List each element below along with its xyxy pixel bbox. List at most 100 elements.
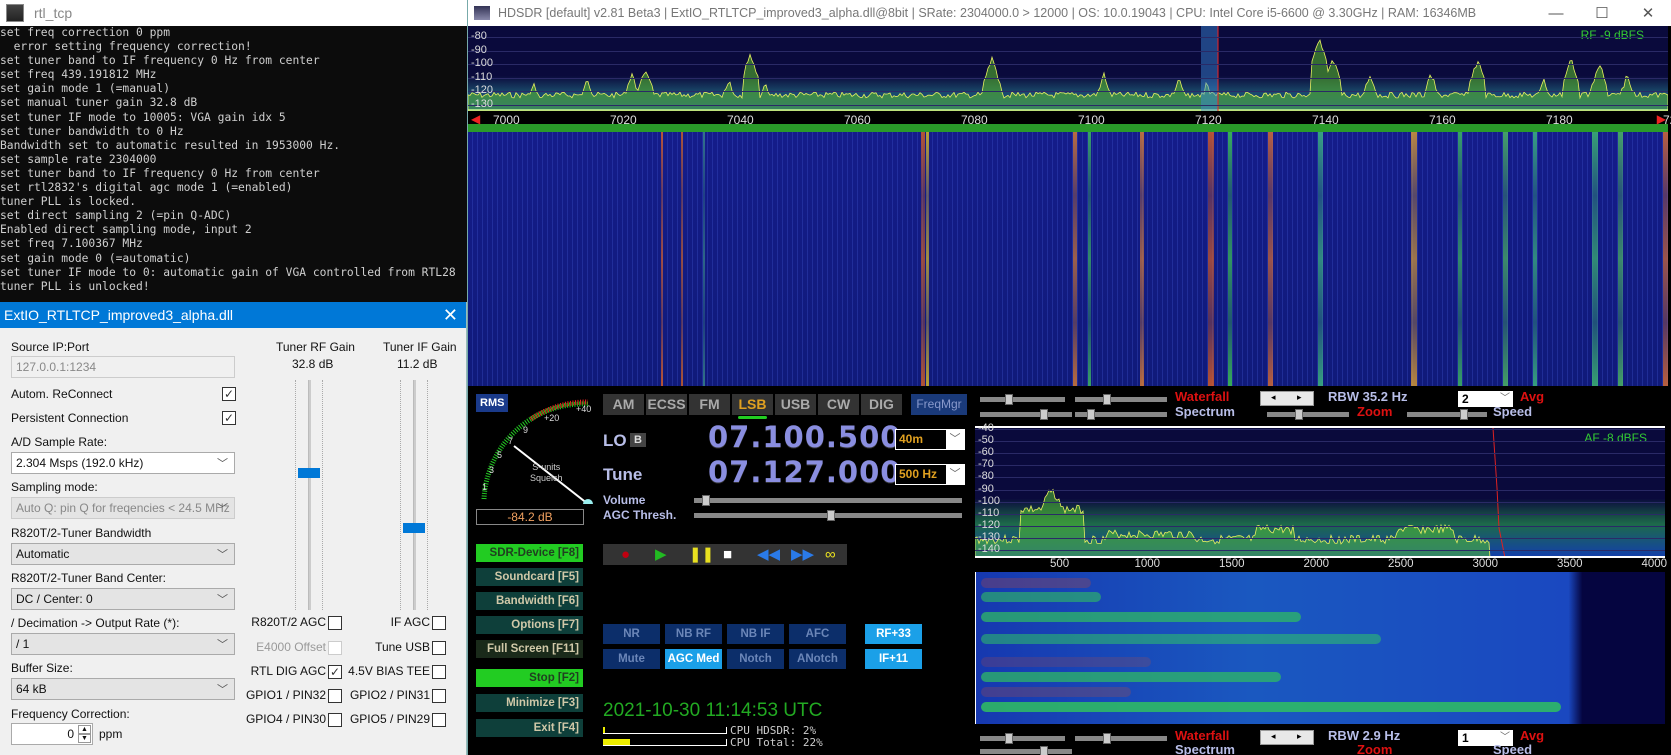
af-waterfall[interactable] (975, 572, 1665, 724)
lo-b-button[interactable]: B (630, 433, 646, 447)
side-button-full[interactable]: Full Screen [F11] (476, 640, 583, 658)
mode-button-fm[interactable]: FM (689, 394, 730, 415)
checkbox[interactable] (328, 616, 342, 630)
mode-button-dig[interactable]: DIG (861, 394, 902, 415)
wf-bottom-slider-2[interactable] (1075, 733, 1167, 744)
slider-thumb[interactable] (1005, 394, 1013, 405)
rf-gain-slider-thumb[interactable] (298, 468, 320, 478)
side-button-options[interactable]: Options [F7] (476, 616, 583, 634)
step-right-icon[interactable]: ▸ (1297, 731, 1302, 742)
dsp-button-anotch[interactable]: ANotch (789, 649, 846, 669)
if-gain-slider-track[interactable] (413, 380, 416, 610)
slider-thumb[interactable] (1087, 409, 1095, 420)
wf-top-slider-1[interactable] (980, 394, 1065, 405)
spin-down-icon[interactable]: ▼ (78, 734, 91, 743)
tune-frequency[interactable]: 07.127.000 (708, 455, 901, 489)
side-button-minimize[interactable]: Minimize [F3] (476, 694, 583, 712)
af-spectrum[interactable]: AF -8 dBFS -40 -50 -60 -70 -80 -90 -100 -110 -12… (975, 422, 1665, 567)
rewind-icon[interactable]: ◀◀ (757, 545, 780, 564)
band-center-select[interactable]: DC / Center: 0 ﹀ (11, 588, 235, 610)
rf-gain-button[interactable]: RF+33 (865, 624, 922, 644)
rf-spectrum[interactable]: RF -9 dBFS -80 -90 -100 -110 -120 -130 (468, 26, 1668, 111)
extio-titlebar[interactable]: ExtIO_RTLTCP_improved3_alpha.dll ✕ (0, 302, 466, 328)
rf-frequency-ruler[interactable]: ◀ ▶ (468, 112, 1668, 132)
buffer-select[interactable]: 64 kB ﹀ (11, 678, 235, 700)
slider-thumb[interactable] (1460, 409, 1468, 420)
spec-top-slider-2[interactable] (1075, 409, 1167, 420)
mode-button-ecss[interactable]: ECSS (646, 394, 687, 415)
wf-step-buttons[interactable]: ◂ ▸ (1260, 391, 1314, 406)
freqmgr-button[interactable]: FreqMgr (911, 394, 967, 415)
side-button-soundcard[interactable]: Soundcard [F5] (476, 568, 583, 586)
step-right-icon[interactable]: ▸ (1297, 392, 1302, 403)
side-button-stop[interactable]: Stop [F2] (476, 669, 583, 687)
wf-top-slider-2[interactable] (1075, 394, 1167, 405)
slider-thumb[interactable] (1103, 394, 1111, 405)
slider-thumb[interactable] (1295, 409, 1303, 420)
if-gain-slider-thumb[interactable] (403, 523, 425, 533)
side-button-exit[interactable]: Exit [F4] (476, 719, 583, 737)
checkbox[interactable] (432, 641, 446, 655)
spin-up-icon[interactable]: ▲ (78, 725, 91, 734)
side-button-bandwidth[interactable]: Bandwidth [F6] (476, 592, 583, 610)
mode-button-usb[interactable]: USB (775, 394, 816, 415)
agc-thresh-slider-thumb[interactable] (826, 510, 835, 521)
samplerate-select[interactable]: 2.304 Msps (192.0 kHz) ﹀ (11, 452, 235, 474)
volume-slider[interactable] (694, 495, 962, 506)
lo-frequency[interactable]: 07.100.500 (708, 420, 901, 454)
spec-top-slider-3[interactable] (1267, 409, 1349, 420)
checkbox[interactable] (328, 689, 342, 703)
rf-gain-slider-track[interactable] (308, 380, 311, 610)
rf-waterfall[interactable] (468, 132, 1668, 386)
dsp-button-notch[interactable]: Notch (727, 649, 784, 669)
agc-thresh-slider[interactable] (694, 510, 962, 521)
slider-thumb[interactable] (1005, 733, 1013, 744)
checkbox[interactable] (328, 713, 342, 727)
pause-icon[interactable]: ❚❚ (689, 545, 714, 564)
slider-thumb[interactable] (1103, 733, 1111, 744)
close-icon[interactable]: ✕ (443, 305, 458, 326)
rx-passband[interactable] (1201, 26, 1218, 111)
checkbox[interactable] (432, 713, 446, 727)
console-titlebar[interactable]: rtl_tcp (0, 0, 467, 26)
record-icon[interactable]: ● (621, 545, 630, 564)
wf-bottom-slider-1[interactable] (980, 733, 1065, 744)
band-select[interactable]: 40m ﹀ (895, 429, 965, 450)
bandwidth-select[interactable]: 500 Hz ﹀ (895, 464, 965, 485)
hdsdr-titlebar[interactable]: HDSDR [default] v2.81 Beta3 | ExtIO_RTLT… (468, 0, 1671, 26)
checkbox[interactable] (328, 641, 342, 655)
side-button-sdr-device[interactable]: SDR-Device [F8] (476, 544, 583, 562)
source-ip-input[interactable]: 127.0.0.1:1234 (11, 356, 235, 378)
step-left-icon[interactable]: ◂ (1271, 731, 1276, 742)
play-icon[interactable]: ▶ (655, 545, 667, 564)
minimize-button[interactable]: — (1533, 0, 1579, 26)
dsp-button-mute[interactable]: Mute (603, 649, 660, 669)
maximize-button[interactable]: ☐ (1579, 0, 1625, 26)
persistent-checkbox[interactable]: ✓ (222, 411, 236, 425)
dsp-button-afc[interactable]: AFC (789, 624, 846, 644)
mode-button-am[interactable]: AM (603, 394, 644, 415)
wf-step-buttons-bottom[interactable]: ◂ ▸ (1260, 730, 1314, 745)
af-frequency-scale[interactable]: 500 1000 1500 2000 2500 3000 3500 4000 (975, 556, 1667, 572)
scroll-right-icon[interactable]: ▶ (1657, 112, 1666, 126)
mode-button-cw[interactable]: CW (818, 394, 859, 415)
decimation-select[interactable]: / 1 ﹀ (11, 633, 235, 655)
dsp-button-nb-rf[interactable]: NB RF (665, 624, 722, 644)
volume-slider-thumb[interactable] (701, 495, 710, 506)
spec-top-slider-1[interactable] (980, 409, 1072, 420)
slider-thumb[interactable] (1040, 746, 1048, 755)
checkbox[interactable] (432, 665, 446, 679)
loop-icon[interactable]: ∞ (825, 545, 836, 564)
sampling-mode-select[interactable]: Auto Q: pin Q for freqencies < 24.5 MHz ﹀ (11, 497, 235, 519)
checkbox[interactable] (432, 616, 446, 630)
close-button[interactable]: ✕ (1625, 0, 1671, 26)
freqcorr-spinner[interactable]: 0 ▲ ▼ (11, 723, 93, 745)
mode-button-lsb[interactable]: LSB (732, 394, 773, 419)
dsp-button-agc-med[interactable]: AGC Med (665, 649, 722, 669)
dsp-button-nb-if[interactable]: NB IF (727, 624, 784, 644)
checkbox[interactable] (432, 689, 446, 703)
scroll-left-icon[interactable]: ◀ (471, 112, 480, 126)
step-left-icon[interactable]: ◂ (1271, 392, 1276, 403)
slider-thumb[interactable] (1040, 409, 1048, 420)
reconnect-checkbox[interactable]: ✓ (222, 387, 236, 401)
